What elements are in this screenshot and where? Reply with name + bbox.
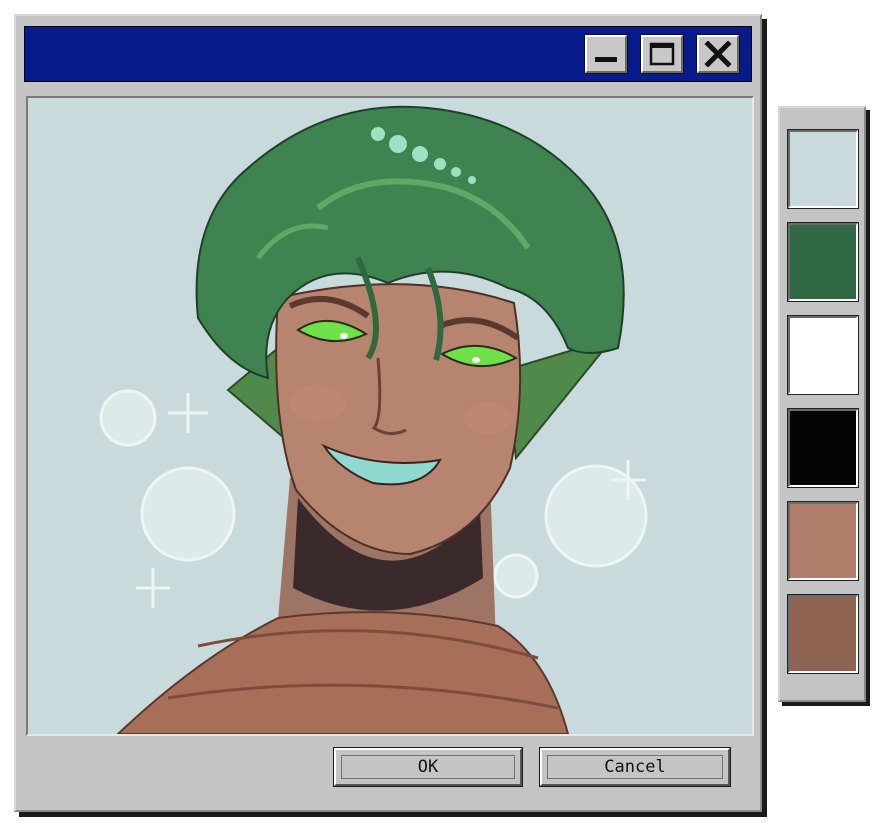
maximize-icon: [649, 42, 675, 66]
ok-button[interactable]: OK: [333, 747, 523, 787]
maximize-button[interactable]: [640, 34, 684, 74]
cancel-button-focus-ring: [547, 755, 723, 779]
ok-button-focus-ring: [341, 755, 515, 779]
color-swatch[interactable]: [787, 594, 859, 674]
close-icon: [704, 41, 732, 67]
sweater: [116, 611, 570, 734]
minimize-button[interactable]: [584, 34, 628, 74]
color-swatch[interactable]: [787, 501, 859, 581]
minimize-icon: [595, 57, 617, 62]
dialog-window: OK Cancel: [14, 14, 762, 812]
color-swatch[interactable]: [787, 129, 859, 209]
color-swatch[interactable]: [787, 222, 859, 302]
cancel-button[interactable]: Cancel: [539, 747, 731, 787]
color-swatch[interactable]: [787, 408, 859, 488]
image-canvas: [26, 96, 754, 736]
close-button[interactable]: [696, 34, 740, 74]
character-illustration: [99, 105, 648, 734]
title-bar[interactable]: [24, 26, 752, 82]
color-palette: [778, 106, 866, 702]
color-swatch[interactable]: [787, 315, 859, 395]
